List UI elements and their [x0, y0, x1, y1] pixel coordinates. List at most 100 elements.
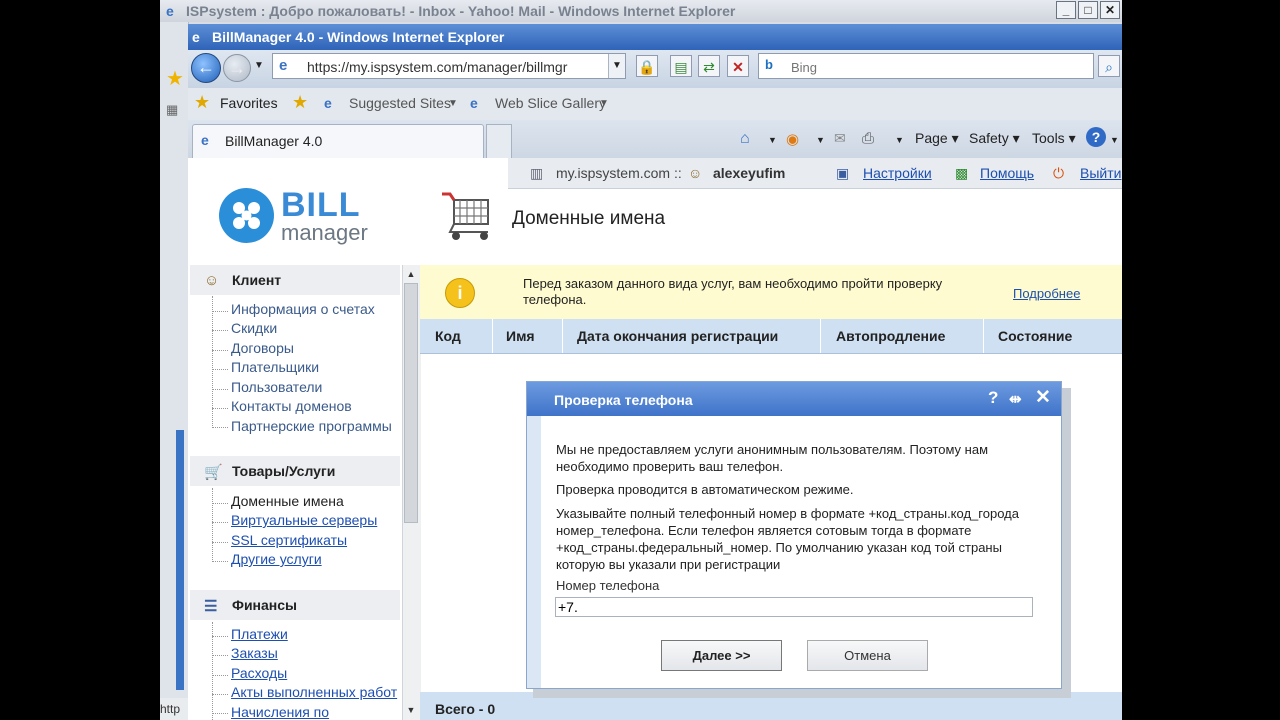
phone-input[interactable]	[555, 597, 1033, 617]
maximize-button[interactable]: □	[1078, 1, 1098, 19]
web-slice-gallery-link[interactable]: Web Slice Gallery	[495, 95, 606, 111]
tree-line	[212, 488, 214, 562]
tab-billmanager[interactable]: e BillManager 4.0	[192, 124, 484, 158]
sidebar-section-products[interactable]: 🛒 Товары/Услуги	[190, 456, 400, 486]
username: alexeyufim	[713, 165, 786, 181]
column-name[interactable]: Имя	[506, 328, 535, 344]
suggested-sites-link[interactable]: Suggested Sites	[349, 95, 451, 111]
sidebar-item-discounts[interactable]: Скидки	[231, 320, 277, 336]
back-button[interactable]: ←	[191, 53, 221, 83]
list-icon: ☰	[204, 598, 218, 615]
safety-menu[interactable]: Safety ▾	[969, 130, 1020, 147]
page-menu[interactable]: Page ▾	[915, 130, 959, 147]
search-icon[interactable]: ⌕	[1098, 55, 1120, 77]
close-icon[interactable]: ✕	[1035, 386, 1051, 409]
help-icon: ▩	[955, 165, 969, 181]
cart-icon	[442, 192, 489, 240]
address-dropdown-icon[interactable]: ▼	[608, 54, 625, 78]
total-count: Всего - 0	[435, 701, 496, 717]
address-url: https://my.ispsystem.com/manager/billmgr	[307, 59, 568, 75]
column-autorenew[interactable]: Автопродление	[836, 328, 945, 344]
sidebar-item-invoices-info[interactable]: Информация о счетах	[231, 301, 375, 317]
refresh-icon[interactable]: ⇄	[698, 55, 720, 77]
close-button[interactable]: ✕	[1100, 1, 1120, 19]
history-dropdown-icon[interactable]: ▼	[254, 60, 264, 71]
phone-label: Номер телефона	[556, 578, 660, 593]
page-icon: e	[279, 57, 288, 74]
sidebar-item-charges[interactable]: Начисления по	[231, 704, 329, 720]
sidebar-item-partner-programs[interactable]: Партнерские программы	[231, 418, 392, 434]
stop-icon[interactable]: ✕	[727, 55, 749, 77]
sidebar-item-domain-contacts[interactable]: Контакты доменов	[231, 398, 352, 414]
chevron-down-icon[interactable]: ▼	[768, 135, 777, 145]
sidebar-section-finance[interactable]: ☰ Финансы	[190, 590, 400, 620]
sidebar-item-acts[interactable]: Акты выполненных работ	[231, 684, 397, 700]
favorites-bar: ★ Favorites ★ e Suggested Sites ▼ e Web …	[188, 88, 1122, 120]
quick-tabs-icon: ▦	[166, 102, 179, 117]
notice-text: Перед заказом данного вида услуг, вам не…	[523, 276, 943, 307]
browser-title: BillManager 4.0 - Windows Internet Explo…	[212, 29, 505, 45]
sidebar-item-ssl-certificates[interactable]: SSL сертификаты	[231, 532, 347, 548]
sidebar-item-other-services[interactable]: Другие услуги	[231, 551, 322, 567]
scroll-down-icon[interactable]: ▼	[403, 702, 419, 718]
chevron-down-icon[interactable]: ▼	[599, 98, 609, 109]
scroll-up-icon[interactable]: ▲	[403, 266, 419, 282]
background-window-accent	[176, 430, 184, 690]
logout-link[interactable]: Выйти	[1080, 165, 1121, 181]
page-title: Доменные имена	[512, 208, 666, 229]
expand-icon[interactable]: ⇹	[1009, 390, 1022, 408]
settings-link[interactable]: Настройки	[863, 165, 932, 181]
home-icon[interactable]: ⌂	[740, 130, 750, 148]
tools-menu[interactable]: Tools ▾	[1032, 130, 1076, 147]
sidebar-item-domain-names[interactable]: Доменные имена	[231, 493, 344, 509]
dialog-title: Проверка телефона	[554, 392, 693, 408]
background-window-titlebar[interactable]: e ISPsystem : Добро пожаловать! - Inbox …	[160, 0, 1122, 22]
favorites-button[interactable]: Favorites	[220, 95, 278, 111]
sidebar-item-virtual-servers[interactable]: Виртуальные серверы	[231, 512, 377, 528]
scrollbar-thumb[interactable]	[404, 283, 418, 523]
mail-icon[interactable]: ✉	[834, 130, 846, 147]
chevron-down-icon[interactable]: ▼	[816, 135, 825, 145]
chevron-down-icon[interactable]: ▼	[448, 98, 458, 109]
logo-icon	[219, 188, 274, 243]
column-status[interactable]: Состояние	[998, 328, 1072, 344]
table-header: Код Имя Дата окончания регистрации Автоп…	[420, 319, 1122, 354]
help-link[interactable]: Помощь	[980, 165, 1034, 181]
sidebar-item-payers[interactable]: Плательщики	[231, 359, 319, 375]
add-favorite-icon[interactable]: ★	[292, 92, 308, 113]
browser-titlebar[interactable]: e BillManager 4.0 - Windows Internet Exp…	[188, 24, 1122, 50]
new-tab-button[interactable]	[486, 124, 512, 158]
next-button[interactable]: Далее >>	[661, 640, 782, 671]
column-expiry-date[interactable]: Дата окончания регистрации	[577, 328, 778, 344]
cancel-button[interactable]: Отмена	[807, 640, 928, 671]
dialog-header[interactable]: Проверка телефона ? ⇹ ✕	[527, 382, 1061, 416]
background-status: http	[160, 698, 188, 720]
favorites-star-icon: ★	[194, 92, 211, 112]
sidebar-item-payments[interactable]: Платежи	[231, 626, 288, 642]
ie-icon: e	[470, 95, 478, 111]
forward-button[interactable]: →	[223, 54, 251, 82]
tab-label: BillManager 4.0	[225, 133, 323, 149]
lock-icon[interactable]: 🔒	[636, 55, 658, 77]
minimize-button[interactable]: _	[1056, 1, 1076, 19]
feeds-icon[interactable]: ◉	[786, 130, 799, 148]
sidebar-item-orders[interactable]: Заказы	[231, 645, 278, 661]
search-input[interactable]	[789, 57, 1083, 77]
chevron-down-icon[interactable]: ▼	[895, 135, 904, 145]
power-icon: ⏻	[1053, 165, 1065, 181]
cart-icon: 🛒	[204, 464, 223, 481]
search-box[interactable]: b	[758, 53, 1094, 79]
help-icon[interactable]: ?	[988, 388, 998, 408]
help-icon[interactable]: ?	[1086, 127, 1106, 147]
background-window-title: ISPsystem : Добро пожаловать! - Inbox - …	[186, 3, 736, 19]
print-icon[interactable]: ⎙	[862, 130, 874, 147]
sidebar-item-contracts[interactable]: Договоры	[231, 340, 294, 356]
sidebar-item-expenses[interactable]: Расходы	[231, 665, 287, 681]
compatibility-icon[interactable]: ▤	[670, 55, 692, 77]
chevron-down-icon[interactable]: ▼	[1110, 135, 1119, 145]
sidebar-section-client[interactable]: ☺ Клиент	[190, 265, 400, 295]
sidebar-item-users[interactable]: Пользователи	[231, 379, 322, 395]
column-code[interactable]: Код	[435, 328, 461, 344]
address-bar[interactable]: e https://my.ispsystem.com/manager/billm…	[272, 53, 626, 79]
notice-more-link[interactable]: Подробнее	[1013, 286, 1080, 301]
